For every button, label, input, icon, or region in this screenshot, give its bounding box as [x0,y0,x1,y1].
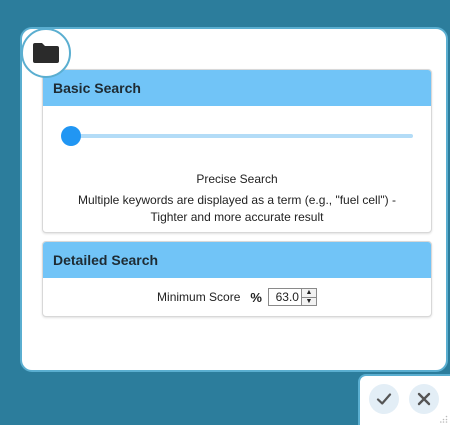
slider-track[interactable] [69,134,413,138]
detailed-search-card: Detailed Search Minimum Score % ▲ ▼ [42,241,432,317]
stepper-buttons: ▲ ▼ [300,289,316,305]
search-mode-description: Multiple keywords are displayed as a ter… [78,193,396,224]
minimum-score-row: Minimum Score % ▲ ▼ [43,288,431,306]
cancel-button[interactable] [409,384,439,414]
decrement-button[interactable]: ▼ [301,297,316,305]
basic-search-header: Basic Search [43,70,431,106]
resize-grip-icon[interactable] [440,415,448,423]
percent-icon: % [250,289,262,305]
basic-search-card: Basic Search Precise Search Multiple key… [42,69,432,233]
checkmark-icon [376,393,392,405]
increment-button[interactable]: ▲ [301,289,316,298]
search-settings-dialog: Basic Search Precise Search Multiple key… [20,27,448,372]
minimum-score-label: Minimum Score [157,290,241,304]
folder-badge[interactable] [21,28,71,78]
detailed-search-header: Detailed Search [43,242,431,278]
close-icon [417,392,431,406]
confirm-button[interactable] [369,384,399,414]
minimum-score-stepper[interactable]: ▲ ▼ [267,288,317,306]
search-mode-title: Precise Search [196,172,278,186]
folder-icon [33,43,59,63]
minimum-score-input[interactable] [268,289,301,305]
search-mode-slider[interactable] [61,126,413,146]
dialog-action-bar [358,374,450,425]
slider-thumb[interactable] [61,126,81,146]
